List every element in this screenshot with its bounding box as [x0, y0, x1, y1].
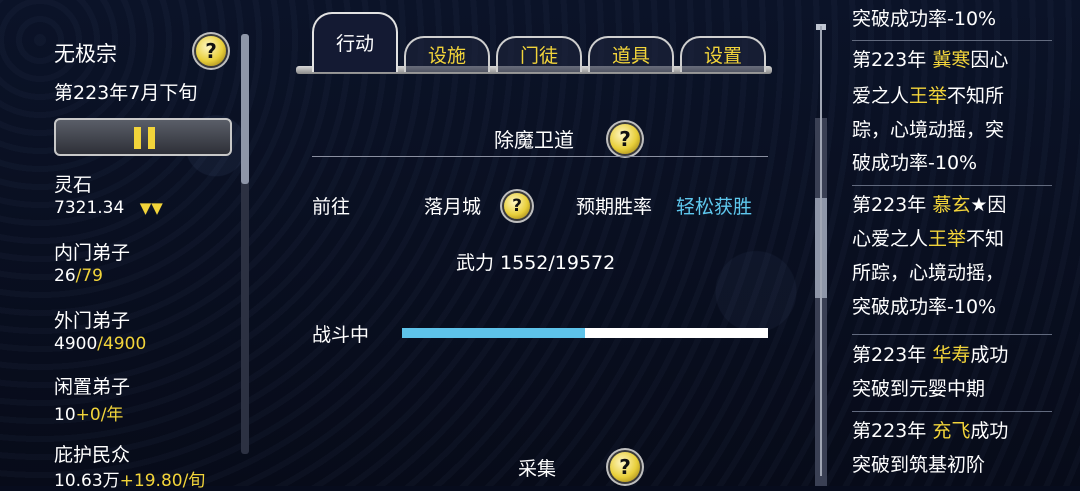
sect-name: 无极宗 — [54, 42, 117, 66]
battle-status-label: 战斗中 — [312, 324, 370, 346]
log-text: 第223年 — [852, 49, 933, 71]
battle-progress-bar — [402, 328, 768, 338]
log-rail — [820, 26, 822, 476]
resource-label-idle-disciples: 闲置弟子 — [54, 376, 131, 398]
resource-value-outer-disciples: 4900/4900 — [54, 334, 147, 354]
resource-value-spirit-stone: 7321.34 ▼▼ — [54, 198, 163, 218]
tab-facilities[interactable]: 设施 — [404, 36, 490, 72]
log-text: 心爱之人 — [852, 228, 929, 250]
log-separator — [852, 411, 1052, 412]
left-scrollbar[interactable] — [241, 34, 249, 454]
event-log-panel: 突破成功率-10% 第223年 冀寒因心 爱之人王举不知所 踪，心境动摇，突 破成功率-… — [836, 0, 1080, 486]
resource-value-protected-people: 10.63万+19.80/旬 — [54, 471, 206, 491]
resource-label-inner-disciples: 内门弟子 — [54, 242, 131, 264]
destination-help-icon[interactable]: ? — [504, 193, 530, 219]
tab-action[interactable]: 行动 — [312, 12, 398, 72]
resource-label-outer-disciples: 外门弟子 — [54, 310, 131, 332]
log-text: 第223年 — [852, 194, 933, 216]
log-character-name: 慕玄 — [932, 194, 971, 216]
log-entry-line: 突破成功率-10% — [852, 294, 996, 320]
log-text: 成功 — [970, 420, 1009, 442]
section-title-gather: 采集 — [518, 458, 557, 480]
log-separator — [852, 185, 1052, 186]
main-tab-bar: 行动 设施 门徒 道具 设置 — [292, 8, 772, 74]
log-entry-line: 爱之人王举不知所 — [852, 83, 1004, 109]
resource-value-inner-disciples: 26/79 — [54, 266, 103, 286]
log-text: 不知所 — [947, 85, 1005, 107]
log-text: 所踪，心境动摇， — [852, 262, 1005, 284]
sect-status-panel: 无极宗 ? 第223年7月下旬 灵石 7321.34 ▼▼ 内门弟子 26/79… — [0, 0, 260, 491]
gather-help-icon[interactable]: ? — [610, 452, 640, 482]
sect-help-icon[interactable]: ? — [196, 36, 226, 66]
log-entry-line: 突破到筑基初阶 — [852, 452, 985, 478]
goto-label: 前往 — [312, 196, 351, 218]
log-separator — [852, 40, 1052, 41]
force-value: 武力 1552/19572 — [456, 252, 616, 274]
log-text: 突破到元婴中期 — [852, 378, 986, 400]
log-text: 不知 — [966, 228, 1005, 250]
log-character-name: 王举 — [928, 228, 967, 250]
log-text: 成功 — [970, 344, 1009, 366]
resource-value-idle-disciples: 10+0/年 — [54, 405, 124, 425]
log-character-name: 华寿 — [932, 344, 971, 366]
tab-disciples[interactable]: 门徒 — [496, 36, 582, 72]
log-entry-line: 突破到元婴中期 — [852, 376, 985, 402]
log-character-name: 充飞 — [932, 420, 971, 442]
log-text: 因心 — [970, 49, 1009, 71]
log-text: 爱之人 — [852, 85, 910, 107]
log-character-name: 冀寒 — [932, 49, 971, 71]
log-entry-line: 第223年 华寿成功 — [852, 342, 1008, 368]
log-character-name: 王举 — [909, 85, 948, 107]
log-entry-line: 所踪，心境动摇， — [852, 260, 1004, 286]
log-text: 突破成功率-10% — [852, 8, 997, 30]
log-text: 第223年 — [852, 420, 933, 442]
log-entry-line: 第223年 慕玄★因 — [852, 192, 1006, 218]
resource-label-protected-people: 庇护民众 — [54, 444, 131, 466]
decrease-arrows-icon: ▼▼ — [139, 199, 163, 217]
tab-settings[interactable]: 设置 — [680, 36, 766, 72]
log-entry-line: 第223年 冀寒因心 — [852, 47, 1008, 73]
log-entry-line: 突破成功率-10% — [852, 6, 996, 32]
pause-button[interactable] — [54, 118, 232, 156]
log-text: ★因 — [970, 194, 1007, 216]
log-entry-line: 第223年 充飞成功 — [852, 418, 1008, 444]
destination-city[interactable]: 落月城 — [424, 192, 481, 219]
mission-help-icon[interactable]: ? — [610, 124, 640, 154]
log-text: 踪，心境动摇，突 — [852, 119, 1005, 141]
log-text: 突破到筑基初阶 — [852, 454, 986, 476]
battle-progress-fill — [402, 328, 585, 338]
left-scrollbar-thumb[interactable] — [241, 34, 249, 184]
log-text: 第223年 — [852, 344, 933, 366]
mission-divider — [312, 156, 768, 157]
log-entry-line: 破成功率-10% — [852, 150, 977, 176]
log-separator — [852, 334, 1052, 335]
log-entry-line: 踪，心境动摇，突 — [852, 117, 1004, 143]
mission-title: 除魔卫道 — [494, 128, 574, 152]
log-text: 突破成功率-10% — [852, 296, 997, 318]
pause-icon — [134, 127, 156, 149]
win-rate-label: 预期胜率 — [576, 196, 653, 218]
game-date: 第223年7月下旬 — [54, 82, 198, 104]
log-text: 破成功率-10% — [852, 152, 978, 174]
resource-label-spirit-stone: 灵石 — [54, 174, 93, 196]
tab-items[interactable]: 道具 — [588, 36, 674, 72]
win-rate-value: 轻松获胜 — [676, 196, 753, 218]
log-entry-line: 心爱之人王举不知 — [852, 226, 1004, 252]
